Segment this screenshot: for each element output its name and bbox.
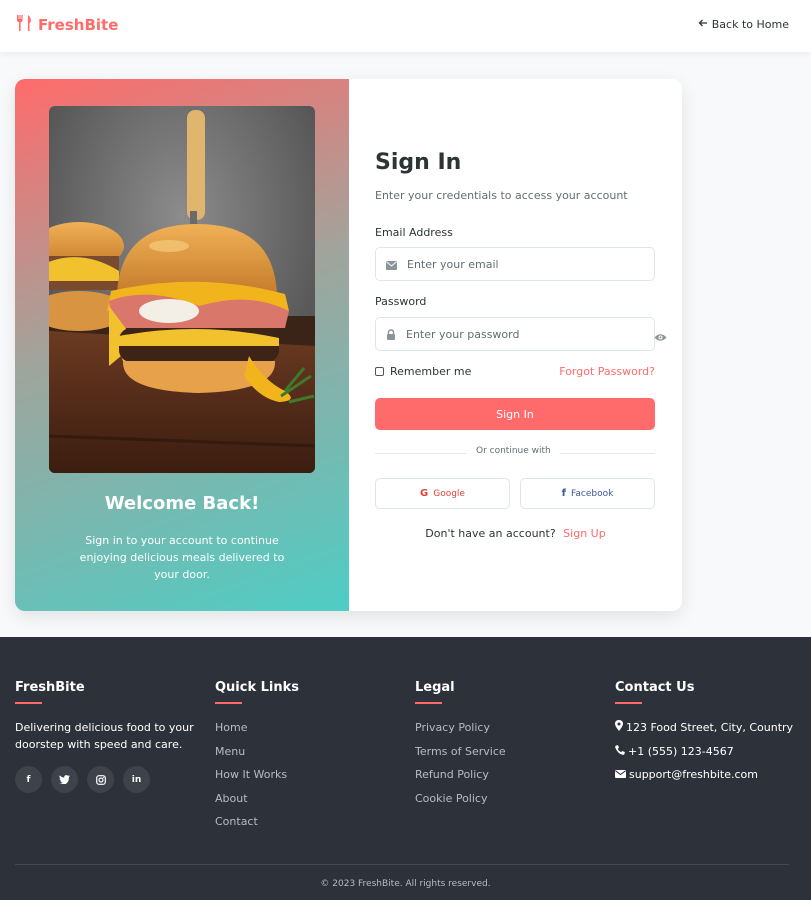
email-field[interactable]: Enter your email <box>375 247 655 281</box>
footer-link-refund[interactable]: Refund Policy <box>415 763 600 787</box>
contact-phone-text: +1 (555) 123-4567 <box>628 744 734 758</box>
arrow-left-icon <box>698 18 708 31</box>
burger-image <box>49 106 315 473</box>
social-links: f in <box>15 766 200 793</box>
instagram-icon[interactable] <box>87 766 114 793</box>
envelope-icon <box>615 763 626 787</box>
signin-panel: Sign In Enter your credentials to access… <box>349 79 682 611</box>
contact-email-text: support@freshbite.com <box>629 768 758 782</box>
welcome-text: Sign in to your account to continue enjo… <box>79 534 285 581</box>
welcome-title: Welcome Back! <box>104 493 260 514</box>
twitter-icon[interactable] <box>51 766 78 793</box>
signin-title: Sign In <box>375 150 462 175</box>
contact-address: 123 Food Street, City, Country <box>615 716 805 740</box>
facebook-label: Facebook <box>571 488 614 499</box>
remember-me-row[interactable]: Remember me <box>375 365 471 378</box>
footer-quick-links-column: Quick Links Home Menu How It Works About… <box>215 680 400 834</box>
footer-divider <box>15 864 789 865</box>
password-field[interactable]: Enter your password <box>375 317 655 351</box>
email-label: Email Address <box>375 226 453 239</box>
signup-prompt: Don't have an account? <box>425 527 556 540</box>
divider-label: Or continue with <box>467 446 560 456</box>
lock-icon <box>386 325 396 344</box>
contact-phone: +1 (555) 123-4567 <box>615 740 805 764</box>
brand-logo[interactable]: FreshBite <box>15 14 118 36</box>
footer-brand: FreshBite <box>15 680 85 695</box>
footer-link-contact[interactable]: Contact <box>215 810 400 834</box>
signin-subtitle: Enter your credentials to access your ac… <box>375 189 628 202</box>
password-placeholder: Enter your password <box>406 327 520 341</box>
copyright-text: © 2023 FreshBite. All rights reserved. <box>320 879 491 889</box>
footer-title-underline <box>615 702 642 704</box>
utensils-icon <box>15 14 33 36</box>
contact-email: support@freshbite.com <box>615 763 805 787</box>
footer-legal-column: Legal Privacy Policy Terms of Service Re… <box>415 680 600 810</box>
footer-link-home[interactable]: Home <box>215 716 400 740</box>
linkedin-icon[interactable]: in <box>123 766 150 793</box>
signup-row: Don't have an account? Sign Up <box>349 527 682 540</box>
google-icon: G <box>420 488 429 499</box>
envelope-icon <box>386 255 397 274</box>
remember-label: Remember me <box>390 365 472 378</box>
brand-name: FreshBite <box>38 16 119 34</box>
legal-title: Legal <box>415 680 455 695</box>
footer-title-underline <box>215 702 242 704</box>
google-label: Google <box>433 488 465 499</box>
forgot-password-link[interactable]: Forgot Password? <box>559 365 655 378</box>
footer-description: Delivering delicious food to your doorst… <box>15 721 194 751</box>
signup-link[interactable]: Sign Up <box>563 527 606 540</box>
contact-title: Contact Us <box>615 680 695 695</box>
footer-link-about[interactable]: About <box>215 787 400 811</box>
phone-icon <box>615 740 625 764</box>
back-to-home-label: Back to Home <box>711 18 789 31</box>
login-card: Welcome Back! Sign in to your account to… <box>15 79 682 611</box>
map-pin-icon <box>615 716 623 740</box>
welcome-panel: Welcome Back! Sign in to your account to… <box>15 79 349 611</box>
footer-link-terms[interactable]: Terms of Service <box>415 740 600 764</box>
footer-link-how-it-works[interactable]: How It Works <box>215 763 400 787</box>
signin-button[interactable]: Sign In <box>375 398 655 430</box>
contact-address-text: 123 Food Street, City, Country <box>626 721 794 734</box>
password-label: Password <box>375 295 427 308</box>
back-to-home-link[interactable]: Back to Home <box>698 18 789 31</box>
footer-title-underline <box>415 702 442 704</box>
footer-link-privacy[interactable]: Privacy Policy <box>415 716 600 740</box>
google-button[interactable]: G Google <box>375 478 510 509</box>
facebook-button[interactable]: f Facebook <box>520 478 655 509</box>
eye-icon[interactable] <box>654 327 667 346</box>
footer-link-cookie[interactable]: Cookie Policy <box>415 787 600 811</box>
quick-links-title: Quick Links <box>215 680 300 695</box>
footer-link-menu[interactable]: Menu <box>215 740 400 764</box>
site-footer: FreshBite Delivering delicious food to y… <box>0 637 811 900</box>
site-header: FreshBite Back to Home <box>0 0 811 52</box>
footer-contact-column: Contact Us 123 Food Street, City, Countr… <box>615 680 805 787</box>
facebook-icon: f <box>561 488 567 499</box>
facebook-icon[interactable]: f <box>15 766 42 793</box>
email-placeholder: Enter your email <box>407 257 499 271</box>
footer-title-underline <box>15 702 42 704</box>
footer-brand-column: FreshBite Delivering delicious food to y… <box>15 680 200 793</box>
remember-checkbox[interactable] <box>375 367 384 376</box>
